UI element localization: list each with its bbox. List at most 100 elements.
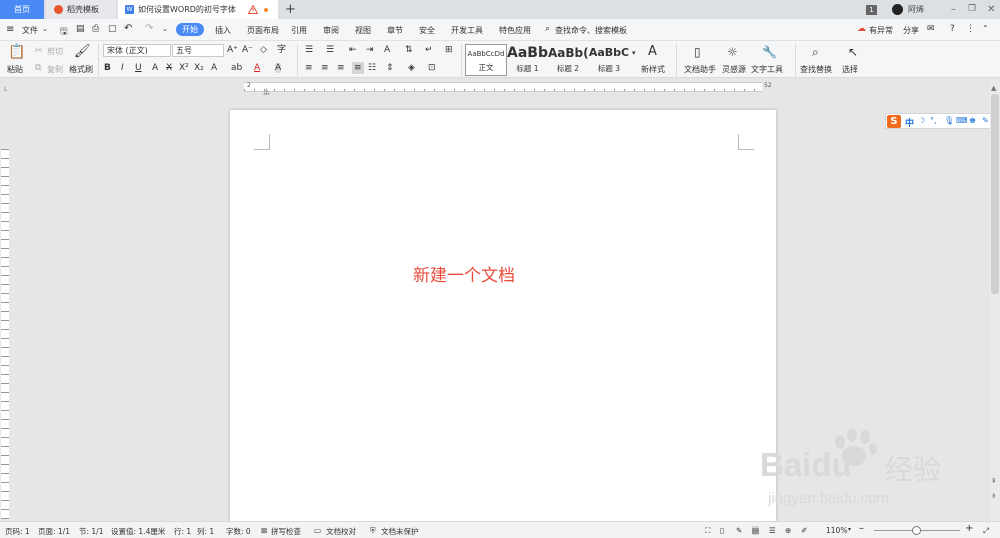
emphasis-icon[interactable]: A	[152, 63, 158, 73]
menu-view[interactable]: 视图	[355, 25, 371, 36]
fit-page-icon[interactable]: ⤢	[983, 526, 989, 536]
export-pdf-icon[interactable]: ▤	[76, 24, 85, 34]
reading-view-icon[interactable]: ✐	[801, 526, 807, 535]
document-page[interactable]: 新建一个文档	[230, 110, 776, 530]
tab-count-badge[interactable]: 1	[866, 5, 877, 15]
shrink-font-icon[interactable]: A⁻	[242, 45, 253, 55]
outline-view-icon[interactable]: ☰	[769, 526, 776, 535]
status-section[interactable]: 节: 1/1	[79, 526, 103, 537]
sort-icon[interactable]: ⇅	[405, 45, 413, 55]
decrease-indent-icon[interactable]: ⇤	[349, 45, 357, 55]
increase-indent-icon[interactable]: ⇥	[366, 45, 374, 55]
menu-special-apps[interactable]: 特色应用	[499, 25, 531, 36]
focus-mode-icon[interactable]: ▯	[720, 526, 724, 535]
highlight-icon[interactable]: ab	[231, 63, 242, 73]
inspiration-icon[interactable]: ☼	[727, 45, 738, 59]
command-search-input[interactable]: 查找命令、搜索模板	[555, 25, 627, 36]
menu-security[interactable]: 安全	[419, 25, 435, 36]
restore-icon[interactable]: ❐	[968, 0, 976, 19]
font-name-select[interactable]: 宋体 (正文)	[103, 44, 171, 57]
text-tools-button[interactable]: 文字工具	[751, 64, 783, 75]
zoom-level[interactable]: 110%	[826, 526, 847, 535]
spell-check-icon[interactable]: ⊠	[261, 526, 267, 535]
font-color-icon[interactable]: A	[254, 63, 260, 73]
chinese-layout-icon[interactable]: A	[384, 45, 390, 55]
copy-button[interactable]: 复制	[47, 64, 63, 75]
more-options-icon[interactable]: ⋮	[966, 24, 975, 34]
distributed-icon[interactable]: ☷	[368, 63, 376, 73]
new-style-button[interactable]: 新样式	[641, 64, 665, 75]
keyboard-icon[interactable]: ⌨	[956, 116, 968, 125]
bullet-list-icon[interactable]: ☰	[305, 45, 313, 55]
status-pages[interactable]: 页面: 1/1	[38, 526, 70, 537]
tab-home[interactable]: 首页	[0, 0, 44, 19]
numbered-list-icon[interactable]: ☰	[326, 45, 334, 55]
document-text[interactable]: 新建一个文档	[413, 261, 515, 286]
avatar[interactable]	[892, 4, 903, 15]
select-button[interactable]: 选择	[842, 64, 858, 75]
minimize-icon[interactable]: –	[951, 0, 956, 19]
grow-font-icon[interactable]: A⁺	[227, 45, 238, 55]
horizontal-ruler[interactable]: 2 52 ⏅ L	[0, 78, 1000, 97]
paste-button[interactable]: 粘贴	[7, 64, 23, 75]
status-col[interactable]: 列: 1	[197, 526, 214, 537]
protect-icon[interactable]: ⛨	[370, 526, 376, 536]
superscript-icon[interactable]: X²	[179, 63, 189, 73]
underline-icon[interactable]: U	[135, 63, 142, 73]
vertical-scrollbar[interactable]: ▲ ⇞ ⇟	[990, 82, 1000, 522]
web-view-icon[interactable]: ⊕	[785, 526, 791, 535]
status-words[interactable]: 字数: 0	[226, 526, 251, 537]
find-replace-button[interactable]: 查找替换	[800, 64, 832, 75]
font-size-select[interactable]: 五号	[172, 44, 224, 57]
italic-icon[interactable]: I	[121, 63, 124, 73]
shading-icon[interactable]: ◈	[408, 63, 415, 73]
quick-access-more-icon[interactable]: ⌄	[162, 25, 168, 33]
tools-icon[interactable]: ✎	[982, 116, 989, 125]
protect-status[interactable]: 文档未保护	[381, 526, 419, 537]
print-preview-icon[interactable]: ▢	[108, 24, 117, 34]
edit-mode-icon[interactable]: ✎	[736, 526, 742, 535]
format-painter-icon[interactable]: 🖌	[74, 45, 91, 59]
search-icon[interactable]: ⌕	[545, 24, 550, 34]
hamburger-icon[interactable]: ≡	[6, 24, 14, 35]
style-heading-1[interactable]: AaBb 标题 1	[507, 44, 548, 76]
proofread-button[interactable]: 文档校对	[326, 526, 356, 537]
menu-start[interactable]: 开始	[176, 23, 204, 36]
status-page-no[interactable]: 页码: 1	[5, 526, 30, 537]
menu-references[interactable]: 引用	[291, 25, 307, 36]
proofread-icon[interactable]: ▭	[314, 526, 321, 535]
text-tools-icon[interactable]: 🔧	[762, 45, 777, 59]
next-page-icon[interactable]: ⇟	[991, 492, 997, 500]
styles-scroll-icon[interactable]: ▾	[632, 48, 636, 58]
table-icon[interactable]: ⊞	[445, 45, 453, 55]
punctuation-icon[interactable]: °,	[930, 116, 937, 125]
zoom-slider-thumb[interactable]	[912, 526, 921, 535]
justify-icon[interactable]: ≡	[352, 62, 364, 74]
char-shading-icon[interactable]: A	[275, 63, 282, 73]
sogou-logo-icon[interactable]: S	[887, 115, 901, 128]
style-heading-2[interactable]: AaBb( 标题 2	[548, 44, 588, 76]
status-setting[interactable]: 设置值: 1.4厘米	[111, 526, 165, 537]
subscript-icon[interactable]: X₂	[194, 63, 204, 73]
doc-assistant-button[interactable]: 文档助手	[684, 64, 716, 75]
user-name[interactable]: 阿烯	[908, 0, 924, 19]
ime-toolbar[interactable]: S 中 ☽ °, 🎙 ⌨ ♚ ✎	[885, 113, 998, 129]
show-marks-icon[interactable]: ↵	[425, 45, 433, 55]
clear-format-icon[interactable]: ◇	[260, 45, 267, 55]
menu-chapter[interactable]: 章节	[387, 25, 403, 36]
scroll-thumb[interactable]	[991, 94, 999, 294]
align-right-icon[interactable]: ≡	[337, 63, 345, 73]
menu-review[interactable]: 审阅	[323, 25, 339, 36]
find-replace-icon[interactable]: ⌕	[812, 45, 819, 59]
style-normal[interactable]: AaBbCcDd 正文	[465, 44, 507, 76]
save-icon[interactable]: 🖫	[60, 24, 68, 40]
line-spacing-icon[interactable]: ⇕	[386, 63, 394, 73]
select-cursor-icon[interactable]: ↖	[848, 45, 858, 59]
tab-stop-icon[interactable]: L	[4, 86, 7, 93]
spell-check-button[interactable]: 拼写检查	[271, 526, 301, 537]
menu-insert[interactable]: 插入	[215, 25, 231, 36]
bold-icon[interactable]: B	[104, 63, 111, 73]
close-icon[interactable]: ✕	[987, 0, 995, 19]
inspiration-button[interactable]: 灵感源	[722, 64, 746, 75]
format-painter-button[interactable]: 格式刷	[69, 64, 93, 75]
